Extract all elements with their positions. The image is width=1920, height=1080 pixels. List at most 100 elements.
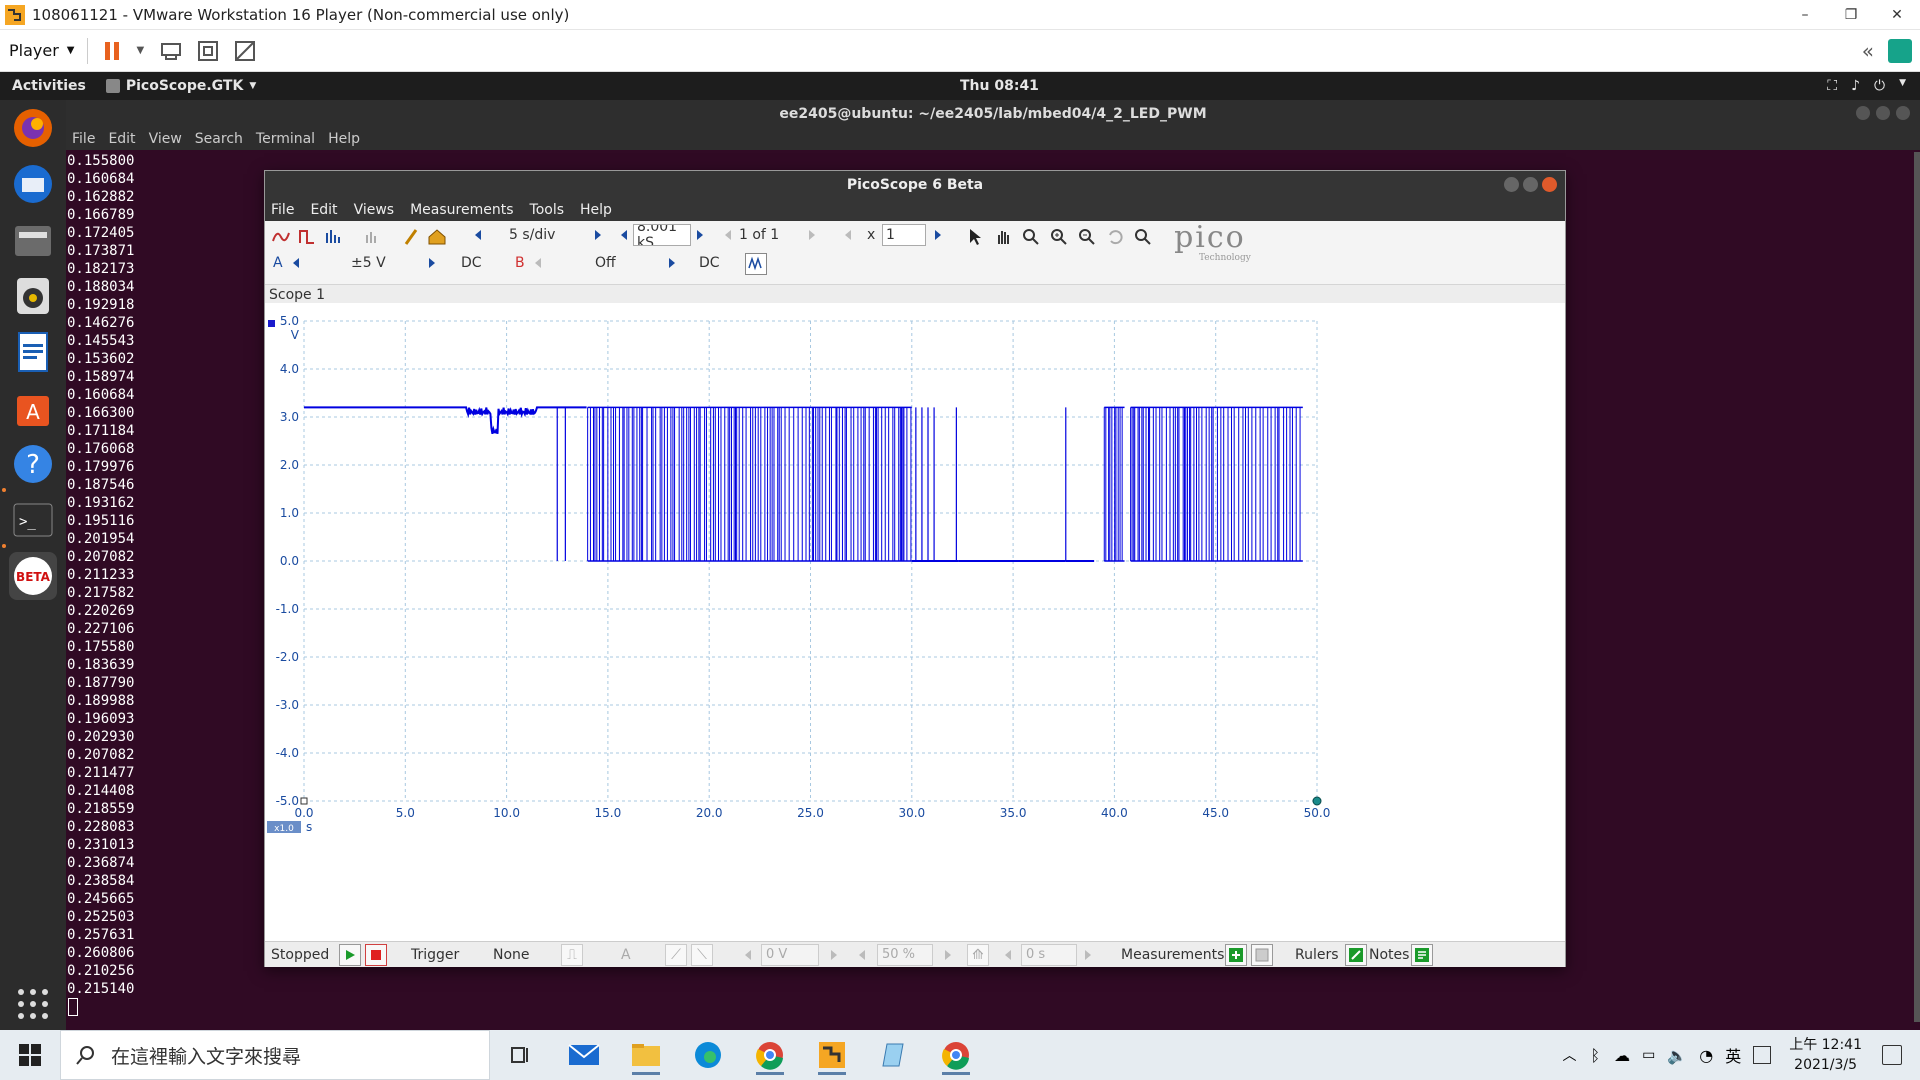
terminal-icon[interactable]: >_ [9, 496, 57, 544]
ruler-handle-left[interactable] [300, 797, 308, 805]
minimize-button[interactable] [1504, 177, 1519, 192]
onedrive-icon[interactable]: ☁ [1614, 1046, 1630, 1065]
help-icon[interactable]: ? [9, 440, 57, 488]
software-center-icon[interactable]: A [9, 384, 57, 432]
taskbar-clock[interactable]: 上午 12:41 2021/3/5 [1789, 1035, 1862, 1075]
channel-a-coupling[interactable]: DC [461, 255, 482, 271]
menu-search[interactable]: Search [195, 131, 243, 147]
samples-prev-button[interactable] [621, 230, 627, 240]
terminal-output[interactable]: 0.155800 0.160684 0.162882 0.166789 0.172405… [67, 152, 134, 1021]
channel-a-range-prev[interactable] [293, 258, 299, 268]
capture-next-button[interactable] [809, 230, 815, 240]
ime-indicator[interactable]: 英 [1725, 1043, 1741, 1067]
menu-edit[interactable]: Edit [310, 202, 337, 218]
menu-edit[interactable]: Edit [108, 131, 135, 147]
restore-button[interactable]: ❐ [1828, 7, 1874, 23]
menu-view[interactable]: View [149, 131, 182, 147]
minimize-button[interactable] [1856, 106, 1870, 120]
add-measurement-button[interactable] [1225, 943, 1247, 966]
home-icon[interactable] [427, 227, 447, 247]
task-view-icon[interactable] [500, 1035, 540, 1075]
channel-b-range-next[interactable] [669, 258, 675, 268]
capture-prev-button[interactable] [725, 230, 731, 240]
gnome-clock[interactable]: Thu 08:41 [960, 78, 1039, 94]
menu-file[interactable]: File [72, 131, 95, 147]
persistence-mode-icon[interactable] [297, 227, 317, 247]
taskbar-search-box[interactable]: 在這裡輸入文字來搜尋 [60, 1030, 490, 1080]
timebase-next-button[interactable] [595, 230, 601, 240]
notification-center-icon[interactable] [1882, 1045, 1902, 1065]
menu-file[interactable]: File [271, 202, 294, 218]
collapse-toolbar-icon[interactable]: « [1862, 39, 1874, 63]
trigger-options-button[interactable]: ⎍ [561, 943, 583, 966]
run-button[interactable] [339, 943, 361, 966]
gnome-system-tray[interactable]: ⛶ ♪ ⏻ ▼ [1827, 78, 1906, 94]
stop-button[interactable] [365, 943, 387, 966]
close-button[interactable] [1542, 177, 1557, 192]
probe-icon[interactable] [401, 227, 421, 247]
menu-measurements[interactable]: Measurements [410, 202, 513, 218]
menu-views[interactable]: Views [354, 202, 395, 218]
pointer-icon[interactable] [965, 227, 985, 247]
zoom-select-icon[interactable] [1021, 227, 1041, 247]
message-log-icon[interactable] [1888, 38, 1912, 63]
unity-icon[interactable] [232, 38, 258, 64]
picoscope-beta-icon[interactable]: BETA [9, 552, 57, 600]
zoom-fit-icon[interactable] [1133, 227, 1153, 247]
samples-next-button[interactable] [697, 230, 703, 240]
file-explorer-icon[interactable] [626, 1035, 666, 1075]
send-ctrl-alt-del-icon[interactable] [158, 38, 184, 64]
thunderbird-icon[interactable] [9, 160, 57, 208]
rulers-button[interactable] [1345, 943, 1367, 966]
pretrigger-input[interactable]: 50 % [877, 943, 933, 966]
channel-b-button[interactable]: B [515, 255, 525, 271]
vmware-player-icon[interactable] [812, 1035, 852, 1075]
zoom-next-button[interactable] [935, 230, 941, 240]
close-button[interactable] [1896, 106, 1910, 120]
rising-edge-button[interactable]: ⟋ [665, 943, 687, 966]
mail-icon[interactable] [564, 1035, 604, 1075]
trigger-mode-select[interactable]: None [493, 947, 530, 963]
menu-tools[interactable]: Tools [530, 202, 565, 218]
zoom-prev-button[interactable] [845, 230, 851, 240]
notepad-icon[interactable] [874, 1035, 914, 1075]
timebase-select[interactable]: 5 s/div [509, 227, 555, 243]
zoom-in-icon[interactable] [1049, 227, 1069, 247]
activities-button[interactable]: Activities [12, 78, 86, 94]
channel-a-range[interactable]: ±5 V [351, 255, 386, 271]
input-method-icon[interactable] [1753, 1046, 1772, 1064]
falling-edge-button[interactable]: ⟍ [691, 943, 713, 966]
show-applications-icon[interactable] [9, 980, 57, 1028]
fullscreen-icon[interactable] [195, 38, 221, 64]
libreoffice-writer-icon[interactable] [9, 328, 57, 376]
files-icon[interactable] [9, 216, 57, 264]
trigger-channel[interactable]: A [621, 947, 631, 963]
threshold-input[interactable]: 0 V [761, 943, 819, 966]
channel-b-range-prev[interactable] [535, 258, 541, 268]
edge-browser-icon[interactable] [688, 1035, 728, 1075]
menu-terminal[interactable]: Terminal [256, 131, 315, 147]
ruler-handle-right[interactable] [1312, 796, 1322, 806]
chevron-up-icon[interactable]: ︿ [1562, 1045, 1576, 1065]
notes-button[interactable] [1411, 943, 1433, 966]
edit-measurement-button[interactable] [1251, 943, 1273, 966]
delay-icon[interactable]: ⟰ [967, 943, 989, 966]
undo-zoom-icon[interactable] [1105, 227, 1125, 247]
chrome-icon[interactable] [936, 1035, 976, 1075]
channel-b-coupling[interactable]: DC [699, 255, 720, 271]
spectrum-alt-icon[interactable] [363, 227, 383, 247]
windows-start-button[interactable] [0, 1030, 60, 1080]
zoom-out-icon[interactable] [1077, 227, 1097, 247]
channel-a-range-next[interactable] [429, 258, 435, 268]
spectrum-mode-icon[interactable] [323, 227, 343, 247]
menu-help[interactable]: Help [580, 202, 612, 218]
channel-options-button[interactable] [745, 253, 767, 275]
zoom-input[interactable]: 1 [882, 224, 926, 246]
chevron-down-icon[interactable]: ▼ [137, 45, 145, 56]
wifi-icon[interactable]: ◔ [1699, 1046, 1713, 1065]
close-button[interactable]: ✕ [1874, 7, 1920, 23]
rhythmbox-icon[interactable] [9, 272, 57, 320]
timebase-prev-button[interactable] [475, 230, 481, 240]
samples-input[interactable]: 8.001 kS [633, 224, 691, 246]
channel-b-range[interactable]: Off [595, 255, 616, 271]
